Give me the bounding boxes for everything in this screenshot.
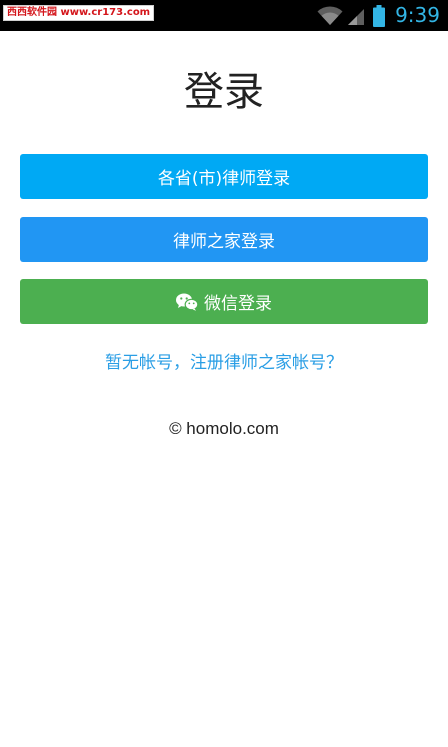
province-lawyer-login-button[interactable]: 各省(市)律师登录 — [20, 154, 428, 199]
battery-icon — [373, 4, 386, 27]
status-icons: 9:39 — [317, 0, 440, 31]
wechat-login-label: 微信登录 — [204, 294, 272, 314]
watermark-logo: 西西软件园 www.cr173.com — [3, 5, 155, 21]
wifi-icon — [317, 5, 343, 26]
status-clock: 9:39 — [395, 3, 440, 27]
lawyer-home-login-button[interactable]: 律师之家登录 — [20, 217, 428, 262]
cell-signal-icon — [347, 6, 365, 26]
copyright-text: © homolo.com — [169, 419, 279, 438]
page-title: 登录 — [184, 69, 264, 115]
status-bar: 西西软件园 www.cr173.com 9:39 — [0, 0, 448, 31]
lawyer-home-login-label: 律师之家登录 — [173, 232, 275, 252]
wechat-login-button[interactable]: 微信登录 — [20, 279, 428, 324]
province-lawyer-login-label: 各省(市)律师登录 — [157, 169, 291, 189]
register-link[interactable]: 暂无帐号，注册律师之家帐号？ — [0, 351, 448, 375]
wechat-icon — [176, 293, 198, 311]
